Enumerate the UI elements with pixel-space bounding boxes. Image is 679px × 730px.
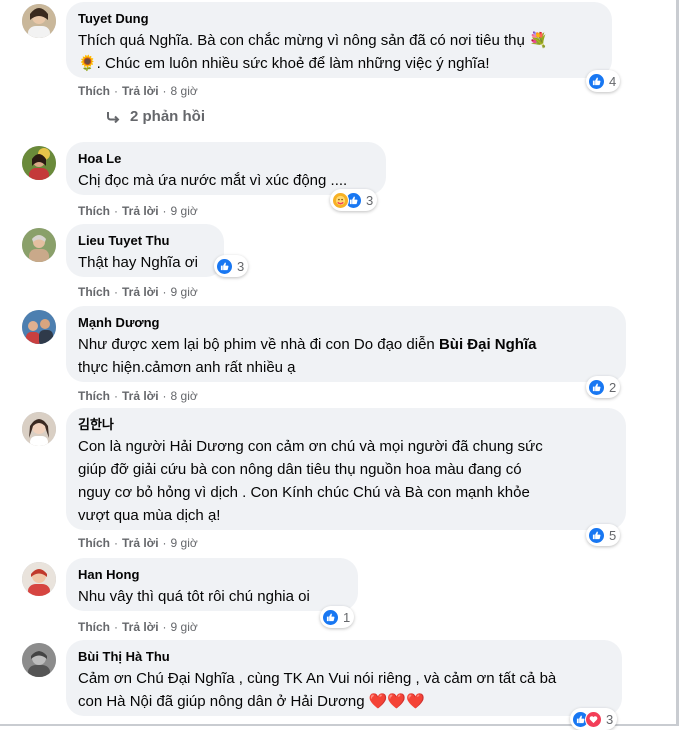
- reply-link[interactable]: Trả lời: [122, 536, 159, 550]
- reply-link[interactable]: Trả lời: [122, 84, 159, 98]
- reaction-summary[interactable]: 4: [586, 70, 621, 92]
- comment-text-line: Thích quá Nghĩa. Bà con chắc mừng vì nôn…: [78, 32, 548, 49]
- avatar[interactable]: [22, 562, 56, 596]
- comment-actions: Thích · Trả lời · 8 giờ: [78, 389, 198, 403]
- comment-text-line: vượt qua mùa dịch ạ!: [78, 507, 221, 524]
- comment-bubble: Lieu Tuyet Thu Thật hay Nghĩa ơi: [66, 224, 224, 277]
- reaction-count: 5: [609, 527, 617, 543]
- avatar[interactable]: [22, 643, 56, 677]
- avatar[interactable]: [22, 310, 56, 344]
- like-reaction-icon: [588, 72, 605, 90]
- like-reaction-icon: [588, 378, 605, 396]
- reaction-summary[interactable]: 1: [320, 606, 355, 628]
- comment-bubble: Mạnh Dương Như được xem lại bộ phim về n…: [66, 306, 626, 382]
- comment-text-prefix: Như được xem lại bộ phim về nhà đi con D…: [78, 336, 439, 353]
- like-reaction-icon: [322, 608, 339, 626]
- reply-arrow-icon: [107, 111, 120, 123]
- comment-time[interactable]: 9 giờ: [171, 536, 198, 550]
- reply-link[interactable]: Trả lời: [122, 285, 159, 299]
- comment-actions: Thích · Trả lời · 8 giờ: [78, 84, 198, 98]
- reaction-count: 3: [237, 258, 245, 274]
- comment-bubble: Bùi Thị Hà Thu Cảm ơn Chú Đại Nghĩa , cù…: [66, 640, 622, 716]
- comment-actions: Thích · Trả lời · 9 giờ: [78, 536, 198, 550]
- comment-text-line: Chị đọc mà ứa nước mắt vì xúc động ....: [78, 172, 348, 189]
- view-replies-label[interactable]: 2 phản hồi: [130, 108, 205, 125]
- like-link[interactable]: Thích: [78, 620, 110, 634]
- comment-author[interactable]: Han Hong: [78, 566, 346, 583]
- comment-author[interactable]: Bùi Thị Hà Thu: [78, 648, 610, 665]
- comment-bubble: Hoa Le Chị đọc mà ứa nước mắt vì xúc độn…: [66, 142, 386, 195]
- like-link[interactable]: Thích: [78, 536, 110, 550]
- comment-author[interactable]: Mạnh Dương: [78, 314, 614, 331]
- reaction-summary[interactable]: 5: [586, 524, 621, 546]
- reaction-summary[interactable]: 3: [570, 708, 618, 730]
- like-link[interactable]: Thích: [78, 84, 110, 98]
- comment-bubble: Han Hong Nhu vây thì quá tôt rôi chú ngh…: [66, 558, 358, 611]
- reaction-count: 3: [606, 711, 614, 727]
- care-reaction-icon: [332, 191, 349, 209]
- comment-time[interactable]: 9 giờ: [171, 204, 198, 218]
- comment-time[interactable]: 8 giờ: [171, 389, 198, 403]
- comment-text-line: giúp đỡ giải cứu bà con nông dân tiêu th…: [78, 461, 522, 478]
- comment-author[interactable]: Tuyet Dung: [78, 10, 600, 27]
- comment-author[interactable]: 김한나: [78, 416, 614, 433]
- reaction-count: 1: [343, 609, 351, 625]
- comment-time[interactable]: 8 giờ: [171, 84, 198, 98]
- comment-text-line: Nhu vây thì quá tôt rôi chú nghia oi: [78, 588, 310, 605]
- love-reaction-icon: [585, 710, 602, 728]
- reaction-summary[interactable]: 2: [586, 376, 621, 398]
- reaction-count: 4: [609, 73, 617, 89]
- reaction-count: 2: [609, 379, 617, 395]
- comment-text-line: Con là người Hải Dương con cảm ơn chú và…: [78, 438, 543, 455]
- reply-link[interactable]: Trả lời: [122, 389, 159, 403]
- like-link[interactable]: Thích: [78, 285, 110, 299]
- comment-bubble: Tuyet Dung Thích quá Nghĩa. Bà con chắc …: [66, 2, 612, 78]
- comment-actions: Thích · Trả lời · 9 giờ: [78, 285, 198, 299]
- comment-actions: Thích · Trả lời · 9 giờ: [78, 620, 198, 634]
- comment-author[interactable]: Hoa Le: [78, 150, 374, 167]
- comment-text-line: Cảm ơn Chú Đại Nghĩa , cùng TK An Vui nó…: [78, 670, 557, 687]
- comment-text-line: Thật hay Nghĩa ơi: [78, 254, 198, 271]
- comment-text-line: nguy cơ bỏ hỏng vì dịch . Con Kính chúc …: [78, 484, 530, 501]
- reaction-summary[interactable]: 3: [330, 189, 378, 211]
- comment-time[interactable]: 9 giờ: [171, 285, 198, 299]
- comment-text-line: Như được xem lại bộ phim về nhà đi con D…: [78, 333, 614, 356]
- comment-time[interactable]: 9 giờ: [171, 620, 198, 634]
- comment-text-line: thực hiện.cảmơn anh rất nhiều ạ: [78, 359, 296, 376]
- comment-actions: Thích · Trả lời · 9 giờ: [78, 204, 198, 218]
- reaction-summary[interactable]: 3: [214, 255, 249, 277]
- reply-link[interactable]: Trả lời: [122, 620, 159, 634]
- avatar[interactable]: [22, 228, 56, 262]
- comment-bubble: 김한나 Con là người Hải Dương con cảm ơn ch…: [66, 408, 626, 530]
- view-replies-link[interactable]: 2 phản hồi: [106, 108, 205, 125]
- reply-link[interactable]: Trả lời: [122, 204, 159, 218]
- comment-text-line: con Hà Nội đã giúp nông dân ở Hải Dương …: [78, 693, 425, 710]
- avatar[interactable]: [22, 146, 56, 180]
- comment-text-line: 🌻. Chúc em luôn nhiều sức khoẻ để làm nh…: [78, 55, 490, 72]
- comment-author[interactable]: Lieu Tuyet Thu: [78, 232, 212, 249]
- like-reaction-icon: [216, 257, 233, 275]
- avatar[interactable]: [22, 4, 56, 38]
- reaction-count: 3: [366, 192, 374, 208]
- mentioned-name[interactable]: Bùi Đại Nghĩa: [439, 336, 537, 353]
- like-reaction-icon: [588, 526, 605, 544]
- avatar[interactable]: [22, 412, 56, 446]
- like-link[interactable]: Thích: [78, 389, 110, 403]
- like-link[interactable]: Thích: [78, 204, 110, 218]
